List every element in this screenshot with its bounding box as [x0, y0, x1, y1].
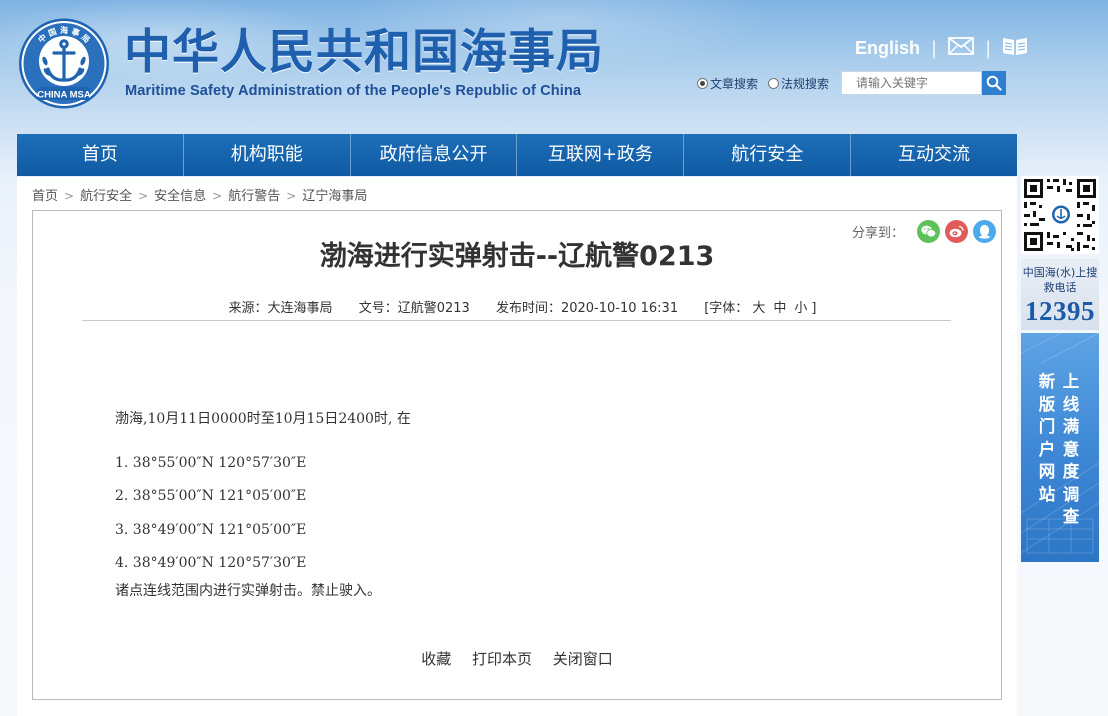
- logo-bottom-text: CHINA MSA: [37, 90, 91, 101]
- article-doc-number: 文号：辽航警0213: [358, 301, 470, 316]
- radio-article-search[interactable]: 文章搜索: [697, 75, 758, 92]
- radio-label: 法规搜索: [781, 76, 830, 91]
- coordinate-line: 3. 38°49′00″N 121°05′00″E: [115, 522, 307, 538]
- coordinate-line: 2. 38°55′00″N 121°05′00″E: [115, 488, 307, 504]
- font-size-small[interactable]: 小: [794, 301, 807, 316]
- title-divider: [82, 320, 951, 321]
- nav-item-functions[interactable]: 机构职能: [183, 134, 351, 176]
- nav-item-interaction[interactable]: 互动交流: [851, 134, 1017, 176]
- breadcrumb-separator: >: [64, 189, 75, 203]
- article-title: 渤海进行实弹射击--辽航警0213: [319, 241, 715, 272]
- favorite-link[interactable]: 收藏: [421, 650, 451, 668]
- breadcrumb-separator: >: [212, 189, 223, 203]
- body-paragraph: 诸点连线范围内进行实弹射击。禁止驶入。: [115, 583, 381, 599]
- hotline-number: 12395: [1025, 296, 1095, 326]
- english-link[interactable]: English: [855, 38, 920, 59]
- font-size-label: [字体：: [704, 301, 749, 316]
- site-title-cn[interactable]: 中华人民共和国海事局: [124, 25, 604, 81]
- breadcrumb-safety-info[interactable]: 安全信息: [154, 189, 206, 204]
- coordinate-line: 1. 38°55′00″N 120°57′30″E: [115, 455, 307, 471]
- nav-item-internet-gov[interactable]: 互联网+政务: [517, 134, 685, 176]
- survey-text-col2: 上线满意度调查: [1062, 372, 1080, 526]
- body-paragraph: 渤海,10月11日0000时至10月15日2400时, 在: [115, 411, 411, 427]
- breadcrumb-separator: >: [286, 189, 297, 203]
- radio-regulation-search[interactable]: 法规搜索: [768, 75, 829, 92]
- article-source: 来源：大连海事局: [228, 301, 333, 316]
- rescue-hotline[interactable]: 中国海(水)上搜救电话 12395: [1021, 259, 1099, 330]
- mail-icon[interactable]: [948, 37, 974, 59]
- hotline-label: 中国海(水)上搜救电话: [1022, 266, 1098, 294]
- book-icon[interactable]: [1002, 36, 1028, 60]
- article-body: 渤海,10月11日0000时至10月15日2400时, 在 1. 38°55′0…: [115, 409, 411, 601]
- search-bar: 文章搜索 法规搜索: [697, 71, 1007, 95]
- separator: |: [931, 37, 938, 59]
- article-meta: 来源：大连海事局 文号：辽航警0213 发布时间：2020-10-10 16:3…: [33, 297, 1001, 316]
- radio-label: 文章搜索: [710, 76, 759, 91]
- radio-button[interactable]: [768, 77, 780, 89]
- survey-text-col1: 新版门户网站: [1038, 372, 1056, 504]
- search-input[interactable]: [841, 71, 983, 95]
- top-links: English | |: [855, 36, 1028, 60]
- coordinate-line: 4. 38°49′00″N 120°57′30″E: [115, 555, 307, 571]
- article-publish-time: 发布时间：2020-10-10 16:31: [495, 301, 679, 316]
- nav-item-gov-info[interactable]: 政府信息公开: [350, 134, 518, 176]
- article-box: 分享到： 渤海进行实弹射击--辽航警0213 来源：大连海事局 文号：辽航警02…: [32, 210, 1002, 700]
- breadcrumb-separator: >: [138, 189, 149, 203]
- nav-item-home[interactable]: 首页: [17, 134, 184, 176]
- search-button[interactable]: [982, 71, 1007, 95]
- site-title-en: Maritime Safety Administration of the Pe…: [125, 83, 582, 99]
- font-size-large[interactable]: 大: [752, 301, 765, 316]
- qr-code-icon[interactable]: [1021, 176, 1099, 254]
- nav-item-navigation-safety[interactable]: 航行安全: [684, 134, 852, 176]
- breadcrumb-liaoning-msa[interactable]: 辽宁海事局: [302, 189, 367, 204]
- breadcrumb: 首页 > 航行安全 > 安全信息 > 航行警告 > 辽宁海事局: [32, 185, 367, 204]
- font-size-close: ]: [811, 301, 817, 316]
- satisfaction-survey-banner[interactable]: 新版门户网站 上线满意度调查: [1021, 333, 1099, 562]
- radio-button[interactable]: [697, 77, 708, 89]
- font-size-medium[interactable]: 中: [773, 301, 786, 316]
- breadcrumb-navigation-warning[interactable]: 航行警告: [228, 189, 280, 204]
- breadcrumb-home[interactable]: 首页: [32, 189, 58, 204]
- content-panel: 首页 > 航行安全 > 安全信息 > 航行警告 > 辽宁海事局 分享到： 渤海进行实弹射击--辽…: [17, 177, 1017, 716]
- breadcrumb-navigation-safety[interactable]: 航行安全: [80, 189, 132, 204]
- print-link[interactable]: 打印本页: [472, 650, 532, 668]
- main-nav: 首页 机构职能 政府信息公开 互联网+政务 航行安全 互动交流: [17, 134, 1017, 176]
- separator: |: [985, 37, 992, 59]
- china-msa-logo[interactable]: 中 国 海 事 局 CHINA MSA: [16, 17, 112, 110]
- close-window-link[interactable]: 关闭窗口: [553, 650, 613, 668]
- article-footer-links: 收藏 打印本页 关闭窗口: [33, 648, 1001, 669]
- search-icon: [986, 75, 1002, 91]
